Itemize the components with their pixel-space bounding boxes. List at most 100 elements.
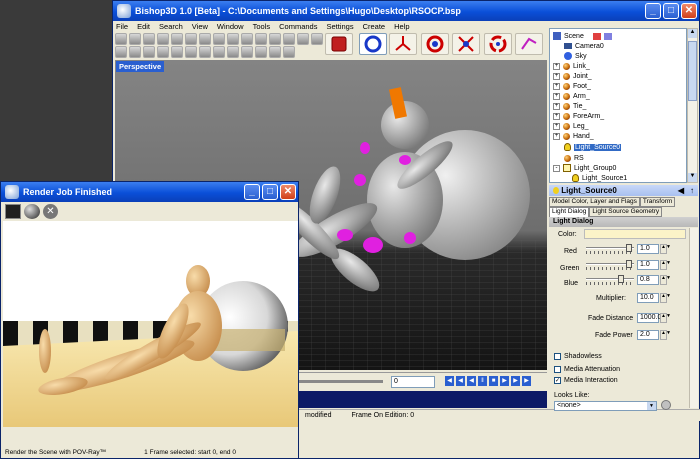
expand-icon[interactable]: + — [553, 62, 560, 70]
close-button[interactable]: ✕ — [681, 3, 697, 19]
snap-icon[interactable] — [269, 45, 281, 58]
stop-render-icon[interactable]: ✕ — [43, 204, 58, 219]
edit-icon[interactable] — [283, 32, 295, 45]
tree-item-link[interactable]: + Link_ — [553, 61, 590, 71]
select-icon[interactable] — [227, 45, 239, 58]
save-icon[interactable] — [143, 32, 155, 45]
first-frame-icon[interactable]: ◀ — [445, 376, 454, 386]
scale-mode-button[interactable] — [452, 33, 480, 55]
green-value-field[interactable]: 1.0 — [637, 260, 659, 270]
looks-like-select[interactable]: <none> ▼ — [554, 401, 657, 411]
red-slider[interactable] — [586, 244, 634, 254]
media-interaction-checkbox[interactable]: ✓ — [554, 377, 561, 384]
browse-icon[interactable] — [661, 400, 671, 410]
expand-icon[interactable]: + — [553, 112, 560, 120]
layer-icon[interactable] — [129, 45, 141, 58]
pause-icon[interactable]: ‖ — [478, 376, 487, 386]
fade-power-field[interactable]: 2.0 — [637, 330, 659, 340]
tab-light-geometry[interactable]: Light Source Geometry — [589, 207, 663, 217]
maximize-button[interactable]: □ — [663, 3, 679, 19]
last-frame-icon[interactable]: ▶ — [522, 376, 531, 386]
move-icon[interactable] — [185, 45, 197, 58]
tab-model-color[interactable]: Model Color, Layer and Flags — [549, 197, 640, 207]
delete-icon[interactable] — [213, 32, 225, 45]
rotate-mode-button[interactable] — [421, 33, 449, 55]
next-frame-icon[interactable]: ▶ — [511, 376, 520, 386]
expand-icon[interactable]: + — [553, 82, 560, 90]
rotate-icon[interactable] — [213, 45, 225, 58]
zoom-icon[interactable] — [269, 32, 281, 45]
play-icon[interactable]: ▶ — [500, 376, 509, 386]
collapse-icon[interactable]: - — [553, 164, 560, 172]
tree-item-light-group0[interactable]: - Light_Group0 — [553, 163, 616, 173]
scale-icon[interactable] — [199, 45, 211, 58]
open-file-icon[interactable] — [129, 32, 141, 45]
fade-distance-field[interactable]: 1000.0 — [637, 313, 661, 323]
timeline-slider[interactable] — [295, 380, 383, 383]
nav-up-icon[interactable]: ↑ — [690, 185, 694, 196]
cut-icon[interactable] — [171, 32, 183, 45]
green-spinner[interactable]: ▲▼ — [660, 260, 671, 270]
tree-item-hand[interactable]: + Hand_ — [553, 131, 594, 141]
copy-icon[interactable] — [185, 32, 197, 45]
object-mode-button[interactable] — [325, 33, 353, 55]
tree-item-camera0[interactable]: Camera0 — [564, 41, 604, 51]
render-title-bar[interactable]: Render Job Finished _ □ ✕ — [1, 182, 298, 202]
tree-item-tie[interactable]: + Tie_ — [553, 101, 586, 111]
hand-icon[interactable] — [115, 45, 127, 58]
expand-icon[interactable]: + — [553, 72, 560, 80]
render-close-button[interactable]: ✕ — [280, 184, 296, 200]
fade-distance-spinner[interactable]: ▲▼ — [660, 313, 671, 323]
multiplier-field[interactable]: 10.0 — [637, 293, 659, 303]
axis-mode-button[interactable] — [389, 33, 417, 55]
blue-slider[interactable] — [586, 275, 634, 285]
fade-power-spinner[interactable]: ▲▼ — [660, 330, 671, 340]
grid-icon[interactable] — [143, 45, 155, 58]
tree-item-leg[interactable]: + Leg_ — [553, 121, 589, 131]
undo-icon[interactable] — [227, 32, 239, 45]
tree-scrollbar[interactable]: ▲ ▼ — [687, 28, 698, 183]
shadowless-checkbox[interactable] — [554, 353, 561, 360]
properties-scrollbar[interactable] — [689, 228, 698, 408]
color-swatch[interactable] — [584, 229, 686, 239]
search-icon[interactable] — [255, 32, 267, 45]
sphere-icon[interactable] — [24, 204, 40, 219]
red-spinner[interactable]: ▲▼ — [660, 244, 671, 254]
prev-key-icon[interactable]: ◀ — [456, 376, 465, 386]
tree-item-sky[interactable]: Sky — [564, 51, 587, 61]
orbit-mode-button[interactable] — [484, 33, 512, 55]
nav-back-icon[interactable]: ◀ — [678, 185, 684, 196]
tree-item-light-source0[interactable]: Light_Source0 — [564, 142, 622, 152]
panel-icon[interactable] — [157, 45, 169, 58]
tab-transform[interactable]: Transform — [639, 197, 676, 207]
render-maximize-button[interactable]: □ — [262, 184, 278, 200]
pivot-icon[interactable] — [283, 45, 295, 58]
multiplier-spinner[interactable]: ▲▼ — [660, 293, 671, 303]
blue-spinner[interactable]: ▲▼ — [660, 275, 671, 285]
minimize-button[interactable]: _ — [645, 3, 661, 19]
split-icon[interactable] — [171, 45, 183, 58]
stop-icon[interactable]: ■ — [489, 376, 498, 386]
new-file-icon[interactable] — [115, 32, 127, 45]
tree-item-forearm[interactable]: + ForeArm_ — [553, 111, 604, 121]
scroll-thumb[interactable] — [688, 41, 697, 101]
prev-frame-icon[interactable]: ◀ — [467, 376, 476, 386]
tree-item-rs[interactable]: RS — [564, 153, 584, 163]
path-mode-button[interactable] — [515, 33, 543, 55]
expand-icon[interactable]: + — [553, 102, 560, 110]
menu-settings[interactable]: Settings — [326, 21, 353, 33]
menu-help[interactable]: Help — [394, 21, 409, 33]
tree-item-foot[interactable]: + Foot_ — [553, 81, 591, 91]
mannequin-icon[interactable] — [5, 204, 21, 219]
tree-item-arm[interactable]: + Arm_ — [553, 91, 590, 101]
camera-icon[interactable] — [311, 32, 323, 45]
tree-item-joint[interactable]: + Joint_ — [553, 71, 592, 81]
expand-icon[interactable]: + — [553, 132, 560, 140]
viewport-label[interactable]: Perspective — [116, 61, 165, 72]
main-title-bar[interactable]: Bishop3D 1.0 [Beta] - C:\Documents and S… — [113, 1, 699, 21]
render-minimize-button[interactable]: _ — [244, 184, 260, 200]
menu-create[interactable]: Create — [363, 21, 386, 33]
blue-value-field[interactable]: 0.8 — [637, 275, 659, 285]
tree-item-scene[interactable]: Scene — [553, 31, 612, 41]
scroll-down-icon[interactable]: ▼ — [688, 173, 697, 182]
